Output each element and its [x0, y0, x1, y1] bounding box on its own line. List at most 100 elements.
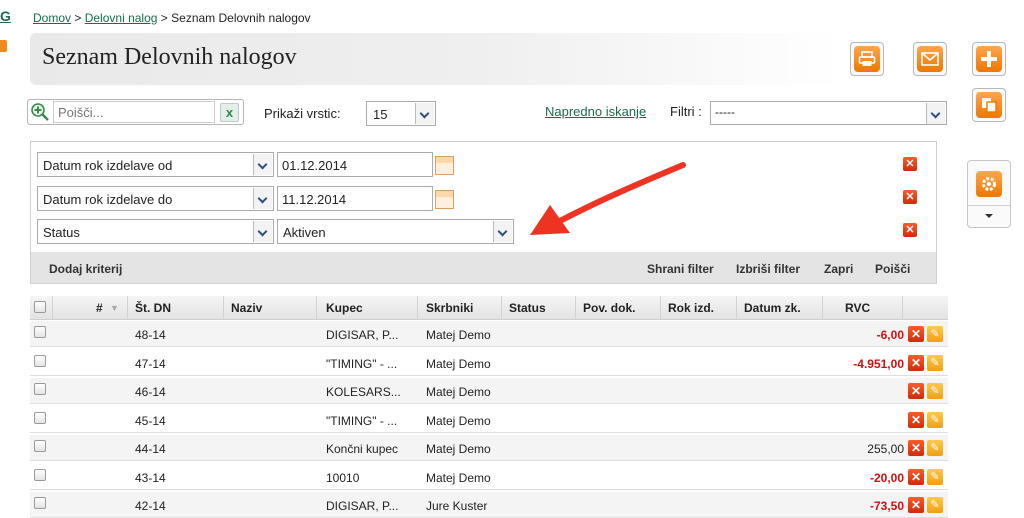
criterion-field-select[interactable]: Status [37, 219, 274, 244]
column-header-kupec[interactable]: Kupec [326, 301, 363, 315]
criterion-status-select[interactable]: Aktiven [277, 219, 514, 244]
table-row[interactable]: 42-14 DIGISAR, P... Jure Kuster -73,50 ✕ ✎ [30, 492, 948, 518]
cell-dn: 47-14 [135, 356, 166, 371]
criterion-date-input[interactable]: 11.12.2014 [277, 186, 433, 211]
sidebar-icon-fragment[interactable] [0, 40, 7, 52]
breadcrumb-parent[interactable]: Delovni nalog [85, 11, 158, 25]
breadcrumb-home[interactable]: Domov [33, 11, 71, 25]
save-filter-button[interactable]: Shrani filter [647, 262, 714, 276]
criterion-field-value: Datum rok izdelave do [43, 192, 173, 207]
column-header-pov-dok[interactable]: Pov. dok. [583, 301, 635, 315]
calendar-icon[interactable] [435, 190, 454, 209]
rows-per-page-value: 15 [373, 107, 388, 122]
search-input[interactable] [53, 101, 215, 123]
column-header-datum-zk[interactable]: Datum zk. [744, 301, 801, 315]
criterion-value: 01.12.2014 [282, 158, 348, 173]
delete-row-button[interactable]: ✕ [908, 354, 924, 371]
column-header-status[interactable]: Status [509, 301, 546, 315]
cell-kupec: DIGISAR, P... [326, 499, 399, 513]
plus-icon [976, 46, 1002, 72]
edit-row-button[interactable]: ✎ [927, 383, 943, 399]
page-title: Seznam Delovnih nalogov [42, 44, 297, 70]
edit-row-button[interactable]: ✎ [927, 326, 943, 342]
clear-search-button[interactable]: x [220, 103, 239, 122]
add-button[interactable] [972, 42, 1006, 76]
delete-row-button[interactable]: ✕ [908, 468, 924, 485]
rows-per-page-select[interactable]: 15 [366, 101, 436, 126]
filters-select[interactable]: ----- [710, 101, 947, 125]
remove-criterion-button[interactable]: ✕ [903, 223, 917, 237]
cell-kupec: "TIMING" - ... [326, 413, 398, 428]
cell-skrbniki: Matej Demo [426, 385, 491, 399]
criterion-field-select[interactable]: Datum rok izdelave od [37, 152, 274, 177]
chevron-down-icon [253, 188, 272, 209]
edit-row-button[interactable]: ✎ [927, 411, 943, 428]
app-logo-fragment[interactable]: G [0, 8, 11, 24]
filter-action-bar: Dodaj kriterij Shrani filter Izbriši fil… [31, 252, 936, 283]
close-filter-button[interactable]: Zapri [824, 262, 853, 276]
run-search-button[interactable]: Poišči [875, 262, 910, 276]
row-checkbox[interactable] [34, 497, 46, 509]
advanced-search-link[interactable]: Napredno iskanje [545, 104, 646, 119]
cell-rvc: -73,50 [869, 499, 904, 513]
table-row[interactable]: 43-14 10010 Matej Demo -20,00 ✕ ✎ [30, 463, 948, 490]
criterion-date-input[interactable]: 01.12.2014 [277, 152, 433, 177]
column-header-number[interactable]: # [96, 301, 103, 315]
delete-row-button[interactable]: ✕ [908, 326, 924, 342]
chevron-down-icon [985, 214, 993, 218]
cell-dn: 42-14 [135, 499, 166, 513]
delete-filter-button[interactable]: Izbriši filter [736, 262, 800, 276]
delete-row-button[interactable]: ✕ [908, 411, 924, 428]
column-header-rok-izd[interactable]: Rok izd. [668, 301, 714, 315]
cell-rvc: 255,00 [867, 442, 904, 456]
chevron-down-icon [926, 103, 945, 124]
delete-row-button[interactable]: ✕ [908, 440, 924, 456]
search-icon[interactable] [30, 102, 50, 122]
email-button[interactable] [913, 42, 947, 76]
remove-criterion-button[interactable]: ✕ [903, 190, 917, 204]
select-all-checkbox[interactable] [34, 301, 46, 313]
edit-row-button[interactable]: ✎ [927, 497, 943, 513]
edit-row-button[interactable]: ✎ [927, 440, 943, 456]
table-row[interactable]: 46-14 KOLESARS... Matej Demo ✕ ✎ [30, 378, 948, 404]
table-row[interactable]: 48-14 DIGISAR, P... Matej Demo -6,00 ✕ ✎ [30, 321, 948, 347]
delete-row-button[interactable]: ✕ [908, 497, 924, 513]
cell-rvc: -4.951,00 [853, 356, 904, 371]
gear-icon [976, 171, 1002, 197]
column-header-skrbniki[interactable]: Skrbniki [426, 301, 473, 315]
column-header-dn[interactable]: Št. DN [135, 301, 171, 315]
cell-kupec: "TIMING" - ... [326, 356, 398, 371]
add-criterion-button[interactable]: Dodaj kriterij [49, 262, 122, 276]
calendar-icon[interactable] [435, 156, 454, 175]
row-checkbox[interactable] [34, 440, 46, 452]
table-row[interactable]: 47-14 "TIMING" - ... Matej Demo -4.951,00 ✕ ✎ [30, 349, 948, 376]
criterion-value: Aktiven [283, 225, 326, 240]
column-header-rvc[interactable]: RVC [845, 301, 870, 315]
column-header-naziv[interactable]: Naziv [231, 301, 262, 315]
settings-menu-button[interactable] [967, 160, 1011, 228]
criterion-value: 11.12.2014 [282, 192, 347, 207]
row-checkbox[interactable] [34, 468, 46, 481]
row-checkbox[interactable] [34, 383, 46, 395]
copy-button[interactable] [972, 88, 1006, 122]
criterion-field-select[interactable]: Datum rok izdelave do [37, 186, 274, 211]
row-checkbox[interactable] [34, 411, 46, 424]
table-row[interactable]: 44-14 Končni kupec Matej Demo 255,00 ✕ ✎ [30, 435, 948, 461]
print-button[interactable] [850, 42, 884, 76]
cell-dn: 46-14 [135, 385, 166, 399]
delete-row-button[interactable]: ✕ [908, 383, 924, 399]
cell-kupec: Končni kupec [326, 442, 399, 456]
chevron-down-icon [253, 221, 272, 242]
edit-row-button[interactable]: ✎ [927, 468, 943, 485]
copy-icon [976, 92, 1002, 118]
breadcrumb-separator: > [74, 11, 82, 25]
cell-dn: 43-14 [135, 470, 166, 485]
cell-skrbniki: Matej Demo [426, 442, 491, 456]
breadcrumb-separator: > [160, 11, 168, 25]
row-checkbox[interactable] [34, 354, 46, 367]
remove-criterion-button[interactable]: ✕ [903, 157, 917, 171]
row-checkbox[interactable] [34, 326, 46, 338]
edit-row-button[interactable]: ✎ [927, 354, 943, 371]
table-row[interactable]: 45-14 "TIMING" - ... Matej Demo ✕ ✎ [30, 406, 948, 433]
cell-rvc: -20,00 [869, 470, 904, 485]
